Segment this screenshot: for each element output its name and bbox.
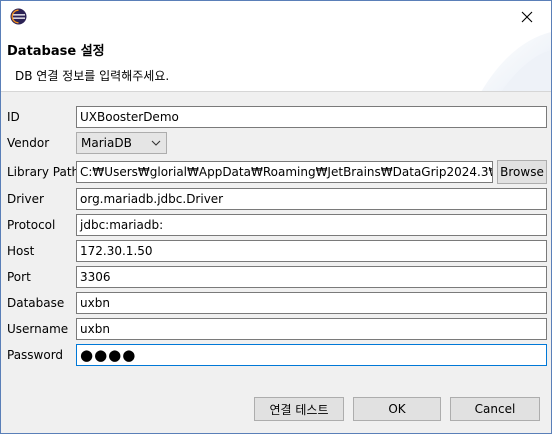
username-field[interactable]: uxbn bbox=[76, 318, 547, 340]
protocol-row: Protocol jdbc:mariadb: bbox=[1, 214, 551, 238]
close-icon bbox=[521, 11, 533, 22]
database-label: Database bbox=[7, 296, 65, 310]
vendor-label: Vendor bbox=[7, 136, 50, 150]
username-label: Username bbox=[7, 322, 69, 336]
banner-title: Database 설정 bbox=[7, 44, 105, 59]
library-path-label: Library Path bbox=[7, 165, 80, 179]
database-field[interactable]: uxbn bbox=[76, 292, 547, 314]
library-path-row: Library Path C:₩Users₩glorial₩AppData₩Ro… bbox=[1, 160, 551, 185]
library-path-field[interactable]: C:₩Users₩glorial₩AppData₩Roaming₩JetBrai… bbox=[76, 161, 493, 183]
database-row: Database uxbn bbox=[1, 292, 551, 316]
id-label: ID bbox=[7, 110, 20, 124]
id-row: ID UXBoosterDemo bbox=[1, 106, 551, 130]
vendor-value: MariaDB bbox=[81, 136, 132, 150]
dialog-banner: Database 설정 DB 연결 정보를 입력해주세요. bbox=[1, 32, 551, 92]
ok-button[interactable]: OK bbox=[353, 397, 441, 421]
port-field[interactable]: 3306 bbox=[76, 266, 547, 288]
vendor-select[interactable]: MariaDB bbox=[76, 132, 167, 154]
banner-description: DB 연결 정보를 입력해주세요. bbox=[15, 69, 170, 83]
protocol-label: Protocol bbox=[7, 218, 56, 232]
driver-row: Driver org.mariadb.jdbc.Driver bbox=[1, 188, 551, 212]
eclipse-icon bbox=[10, 8, 27, 25]
password-label: Password bbox=[7, 348, 64, 362]
test-connection-button[interactable]: 연결 테스트 bbox=[254, 397, 344, 421]
port-label: Port bbox=[7, 270, 31, 284]
cancel-button[interactable]: Cancel bbox=[450, 397, 540, 421]
id-field[interactable]: UXBoosterDemo bbox=[76, 106, 547, 128]
password-row: Password ●●●● bbox=[1, 344, 551, 368]
username-row: Username uxbn bbox=[1, 318, 551, 342]
protocol-field[interactable]: jdbc:mariadb: bbox=[76, 214, 547, 236]
browse-button[interactable]: Browse bbox=[497, 160, 547, 184]
banner-decoration bbox=[481, 32, 551, 91]
close-button[interactable] bbox=[507, 2, 547, 31]
driver-label: Driver bbox=[7, 192, 44, 206]
vendor-row: Vendor MariaDB bbox=[1, 132, 551, 156]
database-settings-dialog: Database 설정 DB 연결 정보를 입력해주세요. ID UXBoost… bbox=[0, 0, 552, 434]
title-bar bbox=[1, 1, 551, 32]
host-field[interactable]: 172.30.1.50 bbox=[76, 240, 547, 262]
port-row: Port 3306 bbox=[1, 266, 551, 290]
chevron-down-icon bbox=[151, 140, 161, 146]
driver-field[interactable]: org.mariadb.jdbc.Driver bbox=[76, 188, 547, 210]
host-row: Host 172.30.1.50 bbox=[1, 240, 551, 264]
password-field[interactable]: ●●●● bbox=[76, 344, 547, 366]
host-label: Host bbox=[7, 244, 35, 258]
